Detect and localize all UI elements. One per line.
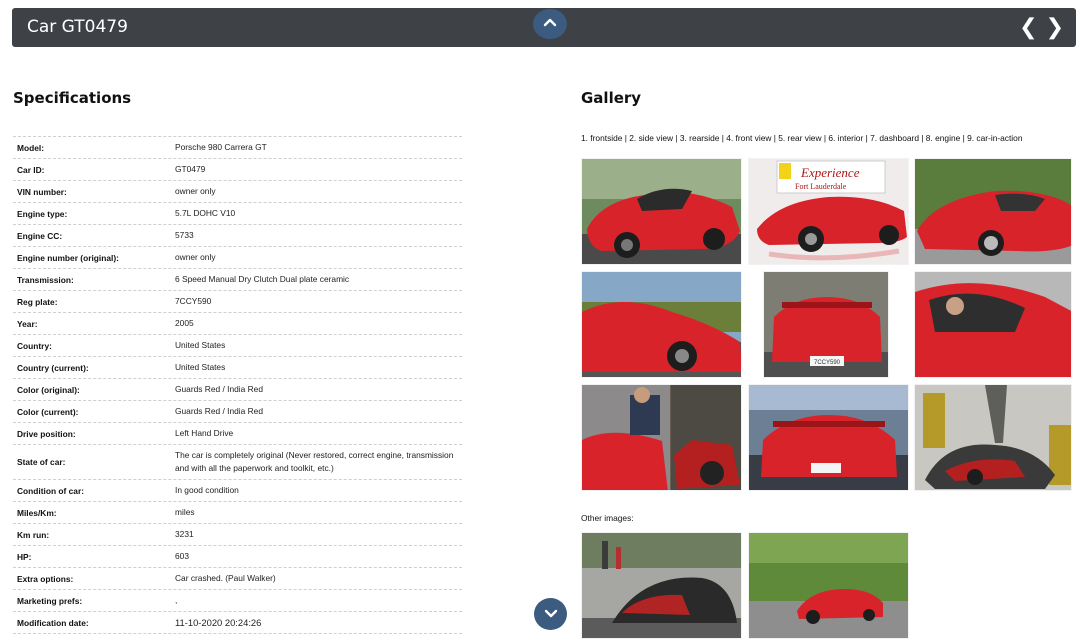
spec-label: Model: xyxy=(17,142,44,153)
gallery-image-frontside[interactable] xyxy=(581,158,742,265)
dealer-banner-line1: Experience xyxy=(800,165,860,180)
spec-label: Engine type: xyxy=(17,208,68,219)
spec-value: 7CCY590 xyxy=(175,296,212,306)
spec-row: Engine number (original): owner only xyxy=(13,247,462,269)
spec-row: Extra options: Car crashed. (Paul Walker… xyxy=(13,568,462,590)
spec-label: Color (original): xyxy=(17,384,80,395)
other-image-roadside[interactable] xyxy=(748,532,909,639)
spec-label: State of car: xyxy=(17,457,66,467)
gallery-image-rear-view[interactable]: 7CCY590 xyxy=(763,271,889,378)
spec-label: Year: xyxy=(17,318,38,329)
spec-label: Country: xyxy=(17,340,52,351)
gallery-image-car-in-action[interactable] xyxy=(914,384,1072,491)
spec-label: Country (current): xyxy=(17,362,89,373)
spec-row: Transmission: 6 Speed Manual Dry Clutch D… xyxy=(13,269,462,291)
spec-row: State of car: The car is completely origi… xyxy=(13,445,462,480)
chevron-down-icon xyxy=(544,609,558,618)
spec-value: Guards Red / India Red xyxy=(175,406,263,416)
gallery-image-front-view[interactable] xyxy=(581,271,742,378)
spec-row: Country (current): United States xyxy=(13,357,462,379)
spec-value: 11-10-2020 20:24:26 xyxy=(175,617,262,628)
spec-value: 3231 xyxy=(175,529,194,539)
gallery-caption: 1. frontside | 2. side view | 3. rearsid… xyxy=(581,133,1023,143)
spec-row: Country: United States xyxy=(13,335,462,357)
spec-value: United States xyxy=(175,340,226,350)
spec-row: Km run: 3231 xyxy=(13,524,462,546)
spec-label: HP: xyxy=(17,551,32,562)
dealer-banner-line2: Fort Lauderdale xyxy=(795,182,847,191)
spec-value: Left Hand Drive xyxy=(175,428,234,438)
gallery-image-interior[interactable] xyxy=(914,271,1072,378)
spec-value: 5733 xyxy=(175,230,194,240)
record-navigation: ❮ ❯ xyxy=(1019,8,1064,47)
next-record-button[interactable]: ❯ xyxy=(1046,15,1064,40)
scroll-down-button[interactable] xyxy=(534,598,567,630)
spec-label: VIN number: xyxy=(17,186,67,197)
specifications-heading: Specifications xyxy=(13,89,132,107)
gallery-image-dashboard[interactable] xyxy=(581,384,742,491)
spec-row: Modification date: 11-10-2020 20:24:26 xyxy=(13,612,462,634)
spec-label: Modification date: xyxy=(17,617,89,628)
spec-value: GT0479 xyxy=(175,164,206,174)
gallery-image-side-view[interactable]: Experience Fort Lauderdale xyxy=(748,158,909,265)
spec-label: Extra options: xyxy=(17,573,74,584)
spec-value: 5.7L DOHC V10 xyxy=(175,208,236,218)
spec-row: Car ID: GT0479 xyxy=(13,159,462,181)
spec-value: owner only xyxy=(175,252,216,262)
spec-label: Condition of car: xyxy=(17,485,84,496)
spec-value: In good condition xyxy=(175,485,239,495)
rear-plate-text: 7CCY590 xyxy=(814,360,841,366)
spec-row: Year: 2005 xyxy=(13,313,462,335)
spec-row: HP: 603 xyxy=(13,546,462,568)
spec-label: Engine CC: xyxy=(17,230,63,241)
specifications-table: Model: Porsche 980 Carrera GT Car ID: GT047… xyxy=(13,136,462,634)
spec-value: 603 xyxy=(175,551,189,561)
spec-label: Marketing prefs: xyxy=(17,595,83,606)
spec-value: , xyxy=(175,595,178,605)
spec-row: Model: Porsche 980 Carrera GT xyxy=(13,137,462,159)
spec-value: 2005 xyxy=(175,318,194,328)
spec-row: Engine type: 5.7L DOHC V10 xyxy=(13,203,462,225)
spec-label: Transmission: xyxy=(17,274,74,285)
spec-value: United States xyxy=(175,362,226,372)
gallery-heading: Gallery xyxy=(581,89,642,107)
spec-row: Color (current): Guards Red / India Red xyxy=(13,401,462,423)
spec-row: Drive position: Left Hand Drive xyxy=(13,423,462,445)
spec-label: Color (current): xyxy=(17,406,79,417)
spec-value: Guards Red / India Red xyxy=(175,384,263,394)
spec-row: VIN number: owner only xyxy=(13,181,462,203)
spec-value: miles xyxy=(175,507,195,517)
spec-label: Km run: xyxy=(17,529,50,540)
collapse-button[interactable] xyxy=(533,9,567,39)
spec-row: Engine CC: 5733 xyxy=(13,225,462,247)
gallery-image-rearside[interactable] xyxy=(914,158,1072,265)
spec-label: Drive position: xyxy=(17,428,76,439)
spec-label: Reg plate: xyxy=(17,296,58,307)
other-image-crash-scene[interactable] xyxy=(581,532,742,639)
spec-value: 6 Speed Manual Dry Clutch Dual plate cer… xyxy=(175,274,350,284)
prev-record-button[interactable]: ❮ xyxy=(1019,15,1037,40)
spec-row: Reg plate: 7CCY590 xyxy=(13,291,462,313)
spec-label: Engine number (original): xyxy=(17,252,119,263)
spec-label: Car ID: xyxy=(17,164,45,175)
spec-label: Miles/Km: xyxy=(17,507,57,518)
spec-row: Condition of car: In good condition xyxy=(13,480,462,502)
other-images-label: Other images: xyxy=(581,513,634,523)
spec-row: Color (original): Guards Red / India Red xyxy=(13,379,462,401)
spec-value: Porsche 980 Carrera GT xyxy=(175,142,267,152)
gallery-image-engine[interactable] xyxy=(748,384,909,491)
spec-value: Car crashed. (Paul Walker) xyxy=(175,573,276,583)
spec-value: The car is completely original (Never re… xyxy=(175,450,454,473)
spec-value: owner only xyxy=(175,186,216,196)
spec-row: Miles/Km: miles xyxy=(13,502,462,524)
page-title: Car GT0479 xyxy=(27,17,128,37)
spec-row: Marketing prefs:, xyxy=(13,590,462,612)
chevron-up-icon xyxy=(543,18,557,27)
